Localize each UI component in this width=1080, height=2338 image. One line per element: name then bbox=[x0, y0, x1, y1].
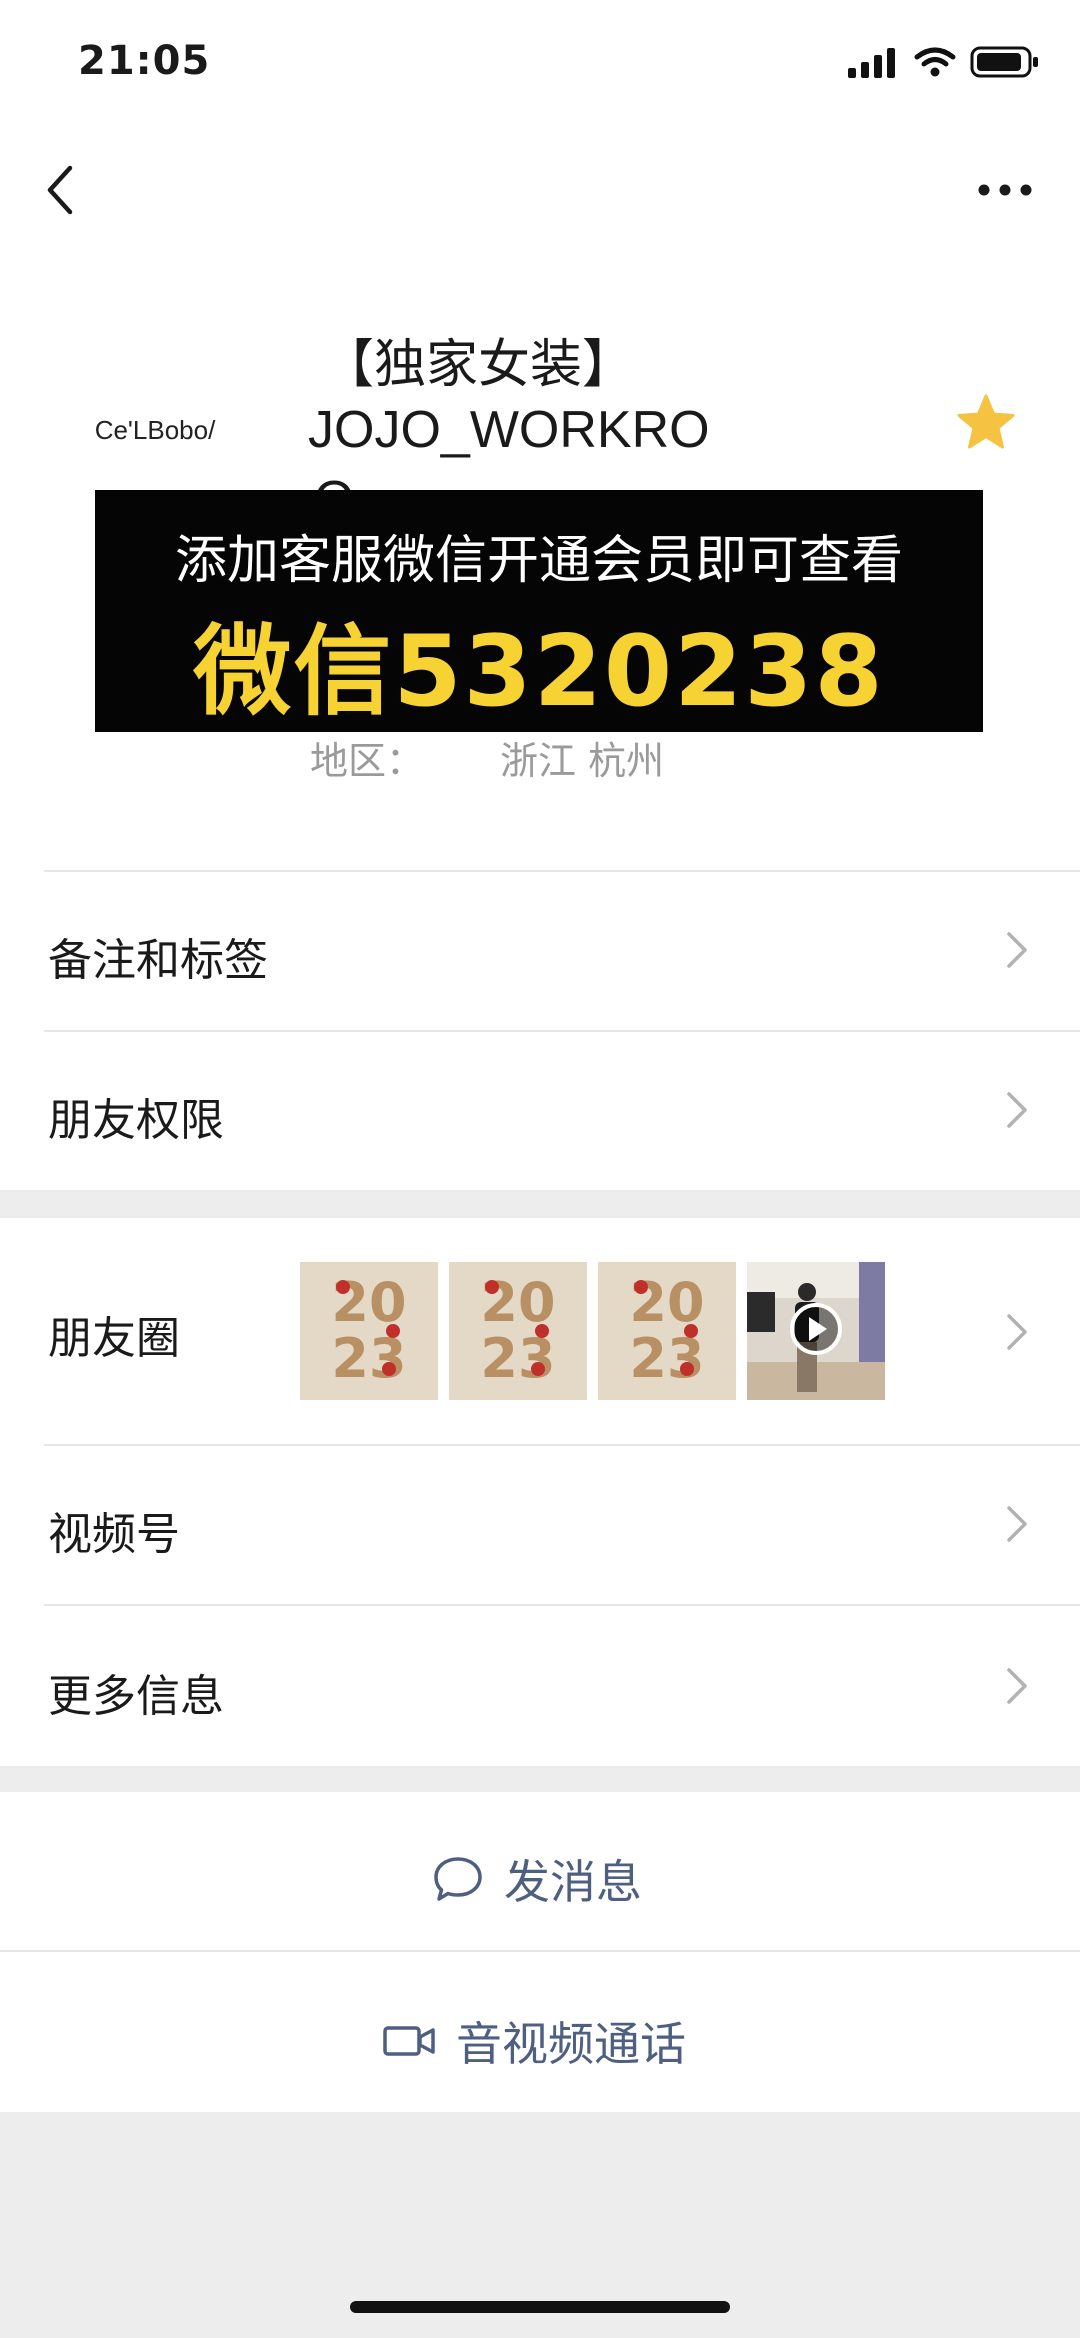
home-indicator[interactable] bbox=[350, 2301, 730, 2313]
banner-text: 添加客服微信开通会员即可查看 bbox=[174, 531, 903, 591]
moments-thumb: 20 23 bbox=[300, 1262, 438, 1400]
row-label: 朋友权限 bbox=[48, 1095, 224, 1146]
moments-video-thumb bbox=[747, 1262, 885, 1400]
video-call-button[interactable]: 音视频通话 bbox=[0, 1952, 1080, 2112]
wifi-icon bbox=[914, 47, 956, 77]
section-gap bbox=[0, 1190, 1080, 1218]
row-moments[interactable]: 朋友圈 20 23 20 23 20 23 bbox=[0, 1218, 1080, 1444]
chat-bubble-icon bbox=[434, 1857, 482, 1901]
status-time: 21:05 bbox=[78, 38, 211, 84]
banner-wechat-id: 微信5320238 bbox=[193, 615, 885, 729]
region-label: 地区： bbox=[310, 739, 425, 783]
back-button[interactable] bbox=[38, 160, 88, 220]
row-remarks[interactable]: 备注和标签 bbox=[0, 872, 1080, 1030]
video-thumb-image bbox=[747, 1262, 885, 1400]
chevron-right-icon bbox=[1007, 1668, 1027, 1704]
avatar-text: Ce'LBobo/ bbox=[94, 414, 216, 445]
video-camera-icon bbox=[383, 2026, 435, 2056]
status-icons bbox=[848, 44, 1040, 80]
chevron-right-icon bbox=[1007, 1092, 1027, 1128]
promo-banner: 添加客服微信开通会员即可查看 微信5320238 bbox=[95, 490, 983, 732]
signal-icon bbox=[848, 48, 895, 78]
more-button[interactable] bbox=[970, 170, 1040, 210]
row-channels[interactable]: 视频号 bbox=[0, 1446, 1080, 1604]
avatar[interactable]: Ce'LBobo/ bbox=[60, 355, 250, 505]
profile-name-line2: JOJO_WORKRO bbox=[308, 401, 710, 459]
row-more-info[interactable]: 更多信息 bbox=[0, 1606, 1080, 1766]
row-label: 视频号 bbox=[48, 1509, 180, 1560]
moments-thumb: 20 23 bbox=[449, 1262, 587, 1400]
row-permissions[interactable]: 朋友权限 bbox=[0, 1032, 1080, 1190]
video-call-label: 音视频通话 bbox=[456, 2017, 686, 2071]
row-label: 备注和标签 bbox=[48, 935, 268, 986]
star-icon[interactable] bbox=[955, 392, 1017, 454]
moments-thumb: 20 23 bbox=[598, 1262, 736, 1400]
chevron-right-icon bbox=[1007, 932, 1027, 968]
row-label: 朋友圈 bbox=[48, 1313, 180, 1364]
row-label: 更多信息 bbox=[48, 1671, 224, 1722]
send-message-label: 发消息 bbox=[504, 1855, 642, 1909]
send-message-button[interactable]: 发消息 bbox=[0, 1792, 1080, 1950]
battery-icon bbox=[970, 46, 1038, 78]
profile-name: 【独家女装】 bbox=[322, 335, 635, 395]
chevron-right-icon bbox=[1007, 1506, 1027, 1542]
chevron-right-icon bbox=[1007, 1314, 1027, 1350]
section-gap bbox=[0, 1766, 1080, 1792]
region-value: 浙江 杭州 bbox=[500, 739, 665, 783]
